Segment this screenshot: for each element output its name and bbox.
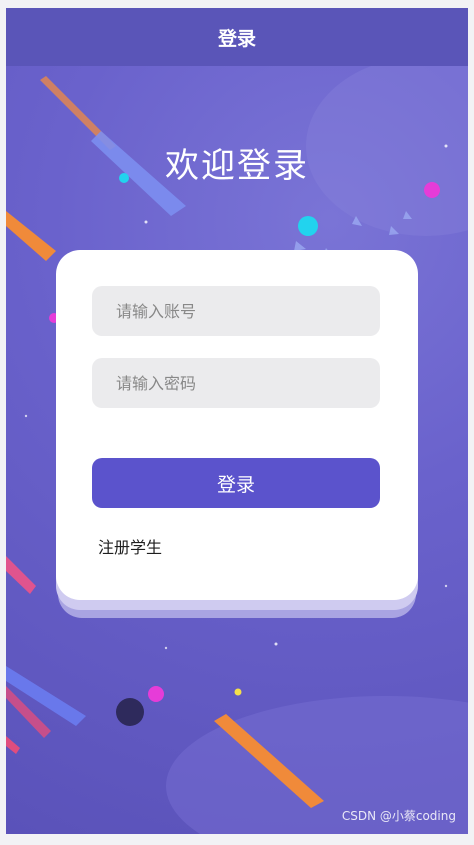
login-card: 登录 注册学生 <box>56 250 418 600</box>
nav-bar: 登录 <box>6 8 468 66</box>
password-input[interactable] <box>92 358 380 408</box>
account-input[interactable] <box>92 286 380 336</box>
register-student-link[interactable]: 注册学生 <box>98 534 162 558</box>
welcome-title: 欢迎登录 <box>165 146 309 186</box>
watermark: CSDN @小蔡coding <box>341 809 456 823</box>
nav-title: 登录 <box>217 27 256 50</box>
login-button[interactable]: 登录 <box>92 458 380 508</box>
app-frame: 登录 欢迎登录 请输入账号 登录 注册学生 CSDN @小蔡coding <box>6 8 468 834</box>
